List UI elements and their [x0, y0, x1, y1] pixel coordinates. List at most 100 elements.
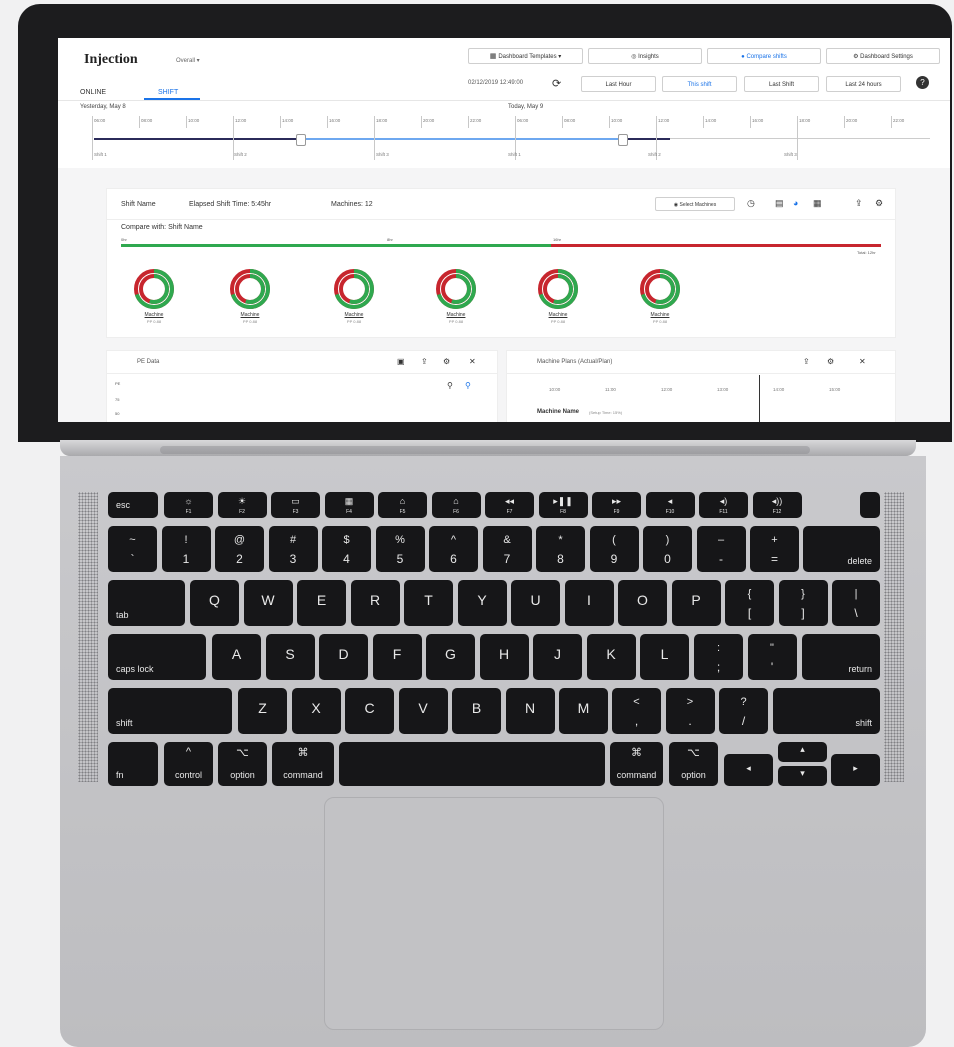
settings-icon[interactable]: ⚙	[875, 198, 883, 209]
key-`[interactable]: ~ `	[108, 526, 157, 572]
key-delete[interactable]: delete	[803, 526, 880, 572]
key-shift-right[interactable]: shift	[773, 688, 880, 734]
key-f5[interactable]: ⌂ F5	[378, 492, 427, 518]
share-icon[interactable]: ⇪	[855, 198, 863, 209]
pie-view-icon[interactable]: ◕	[793, 198, 798, 208]
key-z[interactable]: Z	[238, 688, 287, 734]
range-last-shift[interactable]: Last Shift	[744, 76, 819, 92]
key-f8[interactable]: ▸❚❚ F8	[538, 492, 588, 518]
key-4[interactable]: $4	[322, 526, 371, 572]
key-k[interactable]: K	[586, 634, 636, 680]
key-esc[interactable]: esc	[108, 492, 158, 518]
dashboard-templates-button[interactable]: ▦ Dashboard Templates ▾	[468, 48, 583, 64]
key-f4[interactable]: ▦ F4	[324, 492, 374, 518]
settings-icon[interactable]: ⚙	[443, 357, 450, 366]
key-f9[interactable]: ▸▸ F9	[592, 492, 641, 518]
key-o[interactable]: O	[618, 580, 667, 626]
machine-gauge[interactable]: Machine PP 0.88	[329, 267, 379, 327]
machine-gauge[interactable]: Machine PP 0.88	[431, 267, 481, 327]
key-a[interactable]: A	[212, 634, 261, 680]
dashboard-settings-button[interactable]: ⚙ Dashboard Settings	[826, 48, 940, 64]
key-control[interactable]: ^ control	[164, 742, 213, 786]
key-0[interactable]: ) 0	[643, 526, 692, 572]
key-shift-left[interactable]: shift	[108, 688, 232, 734]
tab-online[interactable]: ONLINE	[80, 89, 106, 96]
key-bracket-0[interactable]: {[	[725, 580, 774, 626]
close-icon[interactable]: ✕	[859, 357, 866, 366]
clock-icon[interactable]: ◷	[747, 198, 755, 209]
zoom-out-icon[interactable]: ⚲	[447, 381, 453, 390]
compare-shifts-button[interactable]: ● Compare shifts	[707, 48, 821, 64]
key-=[interactable]: + =	[750, 526, 799, 572]
range-last-hour[interactable]: Last Hour	[581, 76, 656, 92]
chart-view-icon[interactable]: ▤	[775, 198, 784, 209]
key-1[interactable]: ! 1	[161, 526, 211, 572]
range-this-shift[interactable]: This shift	[662, 76, 737, 92]
key-caps-lock[interactable]: caps lock	[108, 634, 206, 680]
key-punct-z1[interactable]: >.	[665, 688, 715, 734]
key-bracket-1[interactable]: }]	[778, 580, 828, 626]
key-3[interactable]: #3	[268, 526, 318, 572]
machine-gauge[interactable]: Machine PP 0.88	[533, 267, 583, 327]
machine-gauge[interactable]: Machine PP 0.88	[225, 267, 275, 327]
close-icon[interactable]: ✕	[469, 357, 476, 366]
select-machines-button[interactable]: ◉ Select Machines	[655, 197, 735, 211]
key-arrow-left[interactable]: ◂	[724, 754, 773, 786]
key-i[interactable]: I	[564, 580, 614, 626]
key-fn[interactable]: fn	[108, 742, 158, 786]
key-command[interactable]: ⌘ command	[272, 742, 334, 786]
key-j[interactable]: J	[533, 634, 582, 680]
key-punct-0[interactable]: :;	[694, 634, 743, 680]
key-g[interactable]: G	[426, 634, 475, 680]
key-q[interactable]: Q	[190, 580, 239, 626]
key-bracket-2[interactable]: | \	[832, 580, 880, 626]
key-arrow-right[interactable]: ▸	[831, 754, 880, 786]
zoom-in-icon[interactable]: ⚲	[465, 381, 471, 390]
key-h[interactable]: H	[479, 634, 529, 680]
key-2[interactable]: @2	[215, 526, 264, 572]
key-p[interactable]: P	[671, 580, 721, 626]
key-punct-1[interactable]: " '	[747, 634, 797, 680]
share-icon[interactable]: ⇪	[803, 357, 810, 366]
key-u[interactable]: U	[511, 580, 560, 626]
key-v[interactable]: V	[398, 688, 448, 734]
key-tab[interactable]: tab	[108, 580, 185, 626]
key-touch-id[interactable]	[860, 492, 880, 518]
key-c[interactable]: C	[345, 688, 394, 734]
key-f1[interactable]: ☼ F1	[164, 492, 213, 518]
key-8[interactable]: * 8	[536, 526, 585, 572]
key-punct-z2[interactable]: ? /	[719, 688, 768, 734]
timeline-handle-end[interactable]	[618, 134, 628, 146]
key-arrow-down[interactable]: ▾	[778, 766, 827, 786]
key-option[interactable]: ⌥ option	[218, 742, 267, 786]
key-e[interactable]: E	[297, 580, 346, 626]
trackpad[interactable]	[324, 797, 664, 1030]
key-x[interactable]: X	[291, 688, 341, 734]
key-w[interactable]: W	[243, 580, 293, 626]
key-return[interactable]: return	[802, 634, 880, 680]
key-l[interactable]: L	[640, 634, 689, 680]
key-command-right[interactable]: ⌘ command	[610, 742, 663, 786]
table-view-icon[interactable]: ▦	[813, 198, 822, 209]
range-last-24-hours[interactable]: Last 24 hours	[826, 76, 901, 92]
timeline-handle-start[interactable]	[296, 134, 306, 146]
key-m[interactable]: M	[559, 688, 608, 734]
machine-gauge[interactable]: Machine PP 0.88	[635, 267, 685, 327]
share-icon[interactable]: ⇪	[421, 357, 428, 366]
key-f2[interactable]: ☀ F2	[217, 492, 267, 518]
tab-shift[interactable]: SHIFT	[158, 89, 178, 96]
key-f7[interactable]: ◂◂ F7	[485, 492, 534, 518]
settings-icon[interactable]: ⚙	[827, 357, 834, 366]
key-9[interactable]: (9	[589, 526, 639, 572]
key-r[interactable]: R	[350, 580, 400, 626]
key-f[interactable]: F	[372, 634, 422, 680]
key-s[interactable]: S	[265, 634, 315, 680]
key-6[interactable]: ^ 6	[429, 526, 478, 572]
key-n[interactable]: N	[505, 688, 555, 734]
key-y[interactable]: Y	[457, 580, 507, 626]
key-f3[interactable]: ▭ F3	[271, 492, 320, 518]
key-f11[interactable]: ◂) F11	[699, 492, 748, 518]
machine-gauge[interactable]: Machine PP 0.88	[129, 267, 179, 327]
insights-button[interactable]: ◎ Insights	[588, 48, 702, 64]
key-punct-z0[interactable]: <,	[612, 688, 661, 734]
